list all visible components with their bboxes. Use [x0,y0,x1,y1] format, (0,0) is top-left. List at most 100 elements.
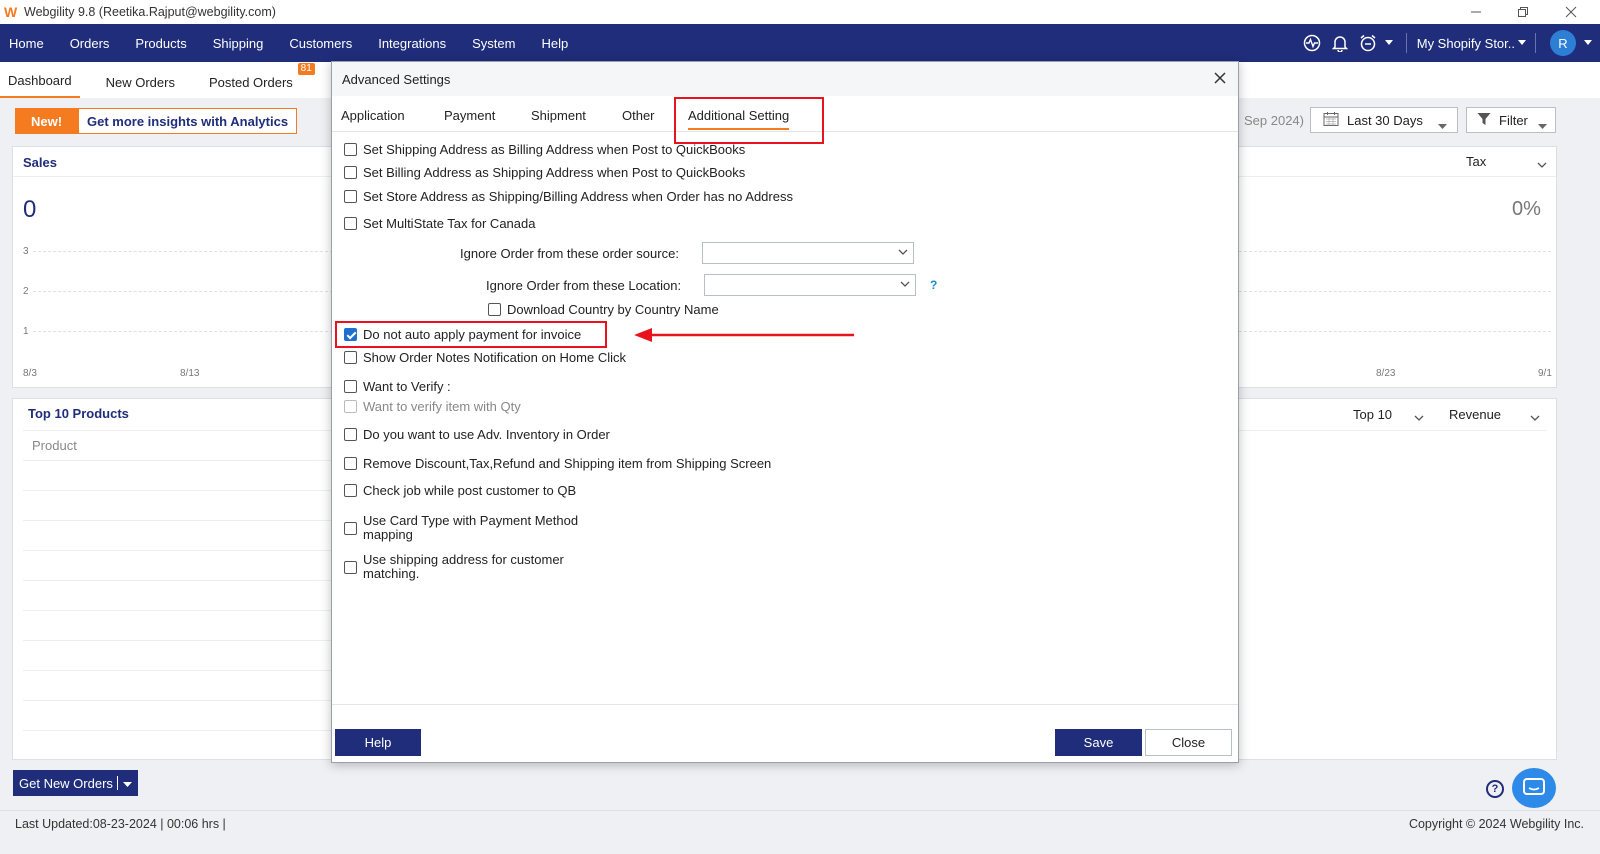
highlight-box [335,321,607,348]
chevron-down-icon[interactable] [1530,410,1540,425]
checkbox[interactable] [344,143,357,156]
chevron-down-icon [898,246,908,261]
promo-analytics-link[interactable]: Get more insights with Analytics [78,108,298,134]
table-row [23,580,333,581]
option-card-type[interactable]: Use Card Type with Payment Method mappin… [344,514,578,542]
tab-dashboard[interactable]: Dashboard [0,73,80,98]
tab-other[interactable]: Other [622,108,655,123]
nav-help[interactable]: Help [528,36,581,51]
option-check-job[interactable]: Check job while post customer to QB [344,484,576,498]
help-button[interactable]: Help [335,729,421,756]
option-label: Set Store Address as Shipping/Billing Ad… [363,189,793,204]
grid-line [1239,331,1551,332]
bell-icon[interactable] [1326,24,1354,62]
revenue-select[interactable]: Revenue [1449,407,1501,422]
posted-orders-badge: 81 [297,63,315,75]
checkbox[interactable] [344,190,357,203]
nav-customers[interactable]: Customers [276,36,365,51]
nav-system[interactable]: System [459,36,528,51]
chevron-down-icon[interactable] [1382,24,1396,62]
checkbox[interactable] [344,484,357,497]
nav-products[interactable]: Products [122,36,199,51]
checkbox[interactable] [344,457,357,470]
store-chevron-down-icon[interactable] [1515,24,1529,62]
chat-icon[interactable] [1512,768,1556,808]
checkbox[interactable] [344,380,357,393]
alarm-clock-icon[interactable] [1354,24,1382,62]
chevron-down-icon [900,278,910,293]
checkbox[interactable] [344,217,357,230]
nav-orders[interactable]: Orders [57,36,123,51]
y-tick: 1 [23,326,29,337]
product-column-header: Product [32,438,77,453]
calendar-icon [1323,111,1339,130]
help-circle-icon[interactable]: ? [1486,780,1504,798]
tax-value: 0% [1512,198,1541,220]
chevron-down-icon[interactable] [1414,410,1424,425]
tab-posted-orders[interactable]: Posted Orders 81 [201,63,315,98]
option-remove-discount[interactable]: Remove Discount,Tax,Refund and Shipping … [344,457,771,471]
location-select[interactable] [704,274,916,296]
get-new-orders-button[interactable]: Get New Orders [13,770,138,796]
date-range-select[interactable]: Last 30 Days [1310,107,1458,133]
order-source-select[interactable] [702,242,914,264]
activity-icon[interactable] [1298,24,1326,62]
checkbox[interactable] [344,560,357,574]
save-button[interactable]: Save [1055,729,1142,756]
store-selector[interactable]: My Shopify Stor.. [1417,36,1515,51]
tab-application[interactable]: Application [341,108,405,123]
date-range-text: Sep 2024) [1244,113,1304,128]
checkbox[interactable] [344,166,357,179]
divider [332,704,1238,705]
window-close-icon[interactable] [1548,0,1594,24]
option-multistate-tax[interactable]: Set MultiState Tax for Canada [344,217,535,231]
option-bill-as-ship[interactable]: Set Billing Address as Shipping Address … [344,166,745,180]
option-ship-as-bill[interactable]: Set Shipping Address as Billing Address … [344,143,745,157]
top10-select[interactable]: Top 10 [1353,407,1392,422]
option-store-address[interactable]: Set Store Address as Shipping/Billing Ad… [344,190,793,204]
minimize-icon[interactable] [1453,0,1499,24]
nav-shipping[interactable]: Shipping [200,36,277,51]
table-row [23,700,333,701]
table-row [23,640,333,641]
divider [116,776,118,790]
checkbox[interactable] [344,521,357,535]
filter-button[interactable]: Filter [1466,107,1556,133]
avatar[interactable]: R [1550,30,1576,56]
checkbox[interactable] [344,351,357,364]
footer-divider [0,810,1600,811]
checkbox[interactable] [344,428,357,441]
tab-new-orders[interactable]: New Orders [98,75,183,98]
option-label: Set Billing Address as Shipping Address … [363,165,746,180]
option-order-notes[interactable]: Show Order Notes Notification on Home Cl… [344,351,626,365]
option-label: Show Order Notes Notification on Home Cl… [363,350,626,365]
tab-posted-orders-label: Posted Orders [208,75,293,90]
option-adv-inventory[interactable]: Do you want to use Adv. Inventory in Ord… [344,428,610,442]
main-nav: Home Orders Products Shipping Customers … [0,24,1600,62]
chevron-down-icon [1538,118,1547,133]
checkbox[interactable] [488,303,501,316]
avatar-chevron-down-icon[interactable] [1576,24,1600,62]
tab-shipment[interactable]: Shipment [531,108,586,123]
close-button[interactable]: Close [1145,729,1232,756]
table-row [23,520,333,521]
restore-icon[interactable] [1500,0,1546,24]
help-tooltip-icon[interactable]: ? [930,278,937,292]
option-label-line: matching. [363,566,420,581]
analytics-promo[interactable]: New! Get more insights with Analytics [15,108,298,134]
option-label-line: Use Card Type with Payment Method [363,513,579,528]
tab-payment[interactable]: Payment [444,108,495,123]
nav-home[interactable]: Home [0,36,57,51]
table-row [23,670,333,671]
option-want-to-verify[interactable]: Want to Verify : [344,380,451,394]
chevron-down-icon[interactable] [122,776,132,791]
filter-label: Filter [1499,112,1528,128]
close-icon[interactable] [1212,70,1228,86]
chevron-down-icon[interactable] [1537,157,1547,172]
tax-select[interactable]: Tax [1466,154,1486,169]
filter-icon [1477,112,1491,129]
option-download-country[interactable]: Download Country by Country Name [488,303,719,317]
top-products-title: Top 10 Products [28,406,129,421]
nav-integrations[interactable]: Integrations [365,36,459,51]
option-shipping-address-matching[interactable]: Use shipping address for customer matchi… [344,553,564,581]
